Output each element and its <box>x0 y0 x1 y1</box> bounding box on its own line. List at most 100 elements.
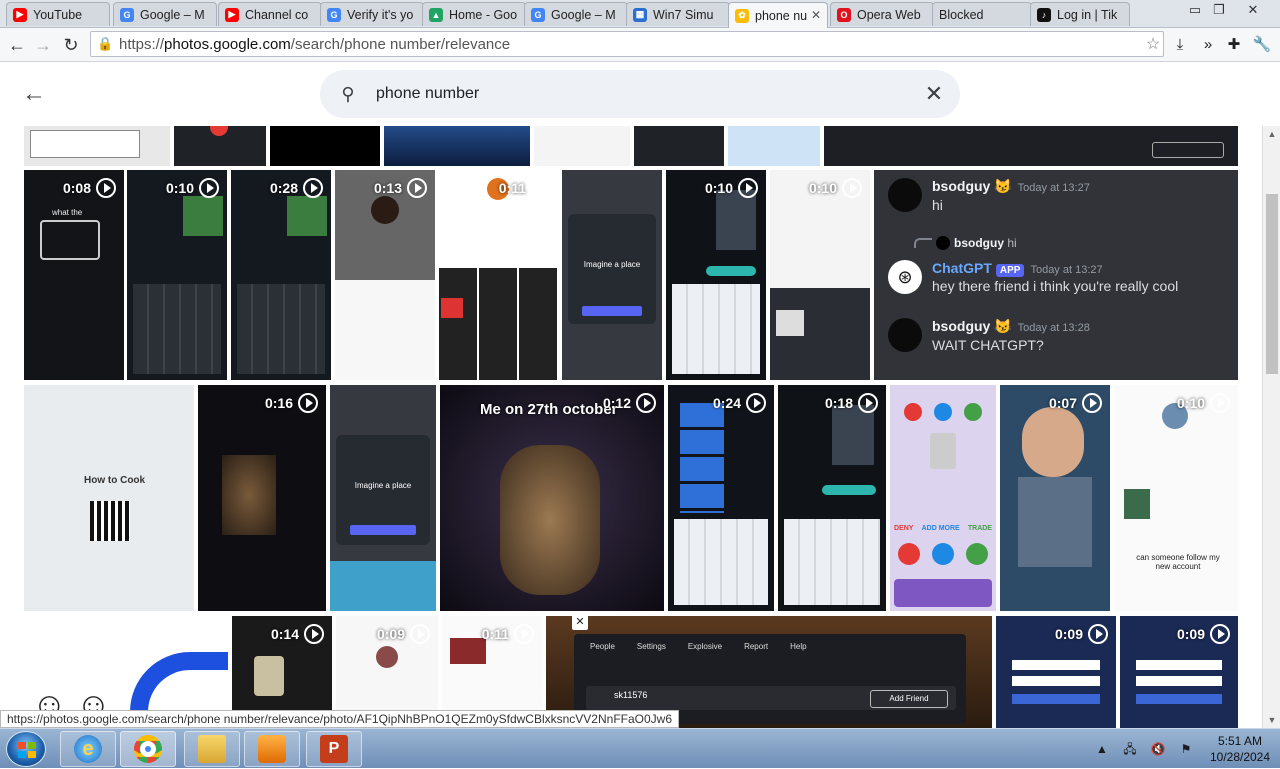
video-duration: 0:10 <box>1177 393 1230 413</box>
tab-strip: ▶ YouTube G Google – M ▶ Channel co G Verify… <box>0 0 1280 28</box>
video-thumb[interactable]: 0:28 <box>231 170 331 380</box>
search-query[interactable]: phone number <box>376 85 922 103</box>
video-thumb[interactable]: what the 0:08 <box>24 170 124 380</box>
play-icon <box>746 393 766 413</box>
photos-search-box[interactable]: ⚲ phone number ✕ <box>320 70 960 118</box>
lock-icon: 🔒 <box>97 36 114 51</box>
play-icon <box>303 178 323 198</box>
windows-logo-icon <box>18 742 36 758</box>
tiktok-icon: ♪ <box>1037 7 1051 22</box>
tab-opera[interactable]: O Opera Web <box>830 2 934 26</box>
back-icon[interactable]: ← <box>6 34 28 56</box>
photo-thumb[interactable] <box>824 126 1238 166</box>
photos-header: ← ⚲ phone number ✕ <box>0 62 1262 126</box>
video-thumb[interactable]: 0:10 <box>770 170 870 380</box>
video-thumb[interactable]: 0:16 <box>198 385 326 611</box>
minimize-icon[interactable]: ▭ <box>1184 2 1206 18</box>
extensions-overflow-icon[interactable]: » <box>1198 35 1218 55</box>
video-thumb[interactable]: 0:11 <box>439 170 559 380</box>
video-thumb[interactable]: 0:18 <box>778 385 886 611</box>
close-window-icon[interactable]: ✕ <box>1240 2 1266 18</box>
scrollbar-thumb[interactable] <box>1266 194 1278 374</box>
chat-message: bsodguy 😼 Today at 13:27 hi <box>888 178 1090 213</box>
photo-thumb[interactable]: Imagine a place <box>330 385 436 611</box>
photo-thumb[interactable]: How to Cook <box>24 385 194 611</box>
photo-thumb[interactable] <box>24 126 170 166</box>
file-explorer-icon <box>198 735 226 763</box>
download-icon[interactable]: ⤓ <box>1170 35 1190 55</box>
video-duration: 0:09 <box>1177 624 1230 644</box>
play-icon <box>1082 393 1102 413</box>
photo-thumb[interactable] <box>270 126 380 166</box>
google-icon: G <box>327 7 341 22</box>
video-thumb[interactable]: 0:13 <box>335 170 435 380</box>
bookmark-star-icon[interactable]: ☆ <box>1143 34 1163 54</box>
search-icon[interactable]: ⚲ <box>336 82 360 106</box>
scroll-down-icon[interactable]: ▼ <box>1266 714 1278 726</box>
taskbar-media-player[interactable] <box>244 731 300 767</box>
url-text[interactable]: https://photos.google.com/search/phone n… <box>119 36 1143 53</box>
omnibox[interactable]: 🔒 https://photos.google.com/search/phone… <box>90 31 1164 57</box>
status-link-preview: https://photos.google.com/search/phone n… <box>0 710 679 728</box>
tab-channel[interactable]: ▶ Channel co <box>218 2 322 26</box>
photo-thumb[interactable]: DENY ADD MORE TRADE <box>890 385 996 611</box>
forward-icon[interactable]: → <box>32 34 54 56</box>
tab-google-1[interactable]: G Google – M <box>113 2 217 26</box>
tab-home-drive[interactable]: ▲ Home - Goo <box>422 2 526 26</box>
start-button[interactable] <box>6 731 46 767</box>
volume-muted-icon[interactable]: 🔇 <box>1150 741 1166 757</box>
tab-blocked[interactable]: Blocked <box>932 2 1032 26</box>
chat-message: bsodguy 😼 Today at 13:28 WAIT CHATGPT? <box>888 318 1090 353</box>
play-icon <box>842 178 862 198</box>
scroll-up-icon[interactable]: ▲ <box>1266 128 1278 140</box>
tab-youtube[interactable]: ▶ YouTube <box>6 2 110 26</box>
youtube-icon: ▶ <box>225 7 239 22</box>
network-icon[interactable]: 🖧 <box>1122 741 1138 757</box>
photo-thumb[interactable]: Imagine a place <box>562 170 662 380</box>
taskbar-internet-explorer[interactable]: e <box>60 731 116 767</box>
clear-search-icon[interactable]: ✕ <box>922 82 946 106</box>
video-duration: 0:07 <box>1049 393 1102 413</box>
taskbar-chrome[interactable] <box>120 731 176 767</box>
show-hidden-icons-icon[interactable]: ▲ <box>1094 741 1110 757</box>
video-thumb[interactable]: can someone follow my new account 0:10 <box>1114 385 1238 611</box>
chat-reply: bsodguy hi <box>914 236 1017 250</box>
video-duration: 0:18 <box>825 393 878 413</box>
video-duration: 0:11 <box>482 624 534 644</box>
puzzle-icon[interactable]: ✚ <box>1224 35 1244 55</box>
video-thumb[interactable]: 0:09 <box>996 616 1116 728</box>
photo-thumb[interactable] <box>174 126 266 166</box>
taskbar-clock[interactable]: 5:51 AM 10/28/2024 <box>1200 733 1280 765</box>
page-scrollbar[interactable]: ▲ ▼ <box>1262 126 1280 728</box>
reload-icon[interactable]: ↻ <box>60 34 82 56</box>
photo-thumb[interactable] <box>634 126 724 166</box>
photo-thumb[interactable] <box>728 126 820 166</box>
action-center-flag-icon[interactable]: ⚑ <box>1178 741 1194 757</box>
maximize-icon[interactable]: ❐ <box>1208 2 1230 18</box>
address-bar-row: ← → ↻ 🔒 https://photos.google.com/search… <box>0 28 1280 62</box>
photo-thumb-chat[interactable]: bsodguy 😼 Today at 13:27 hi bsodguy hi ⊛ … <box>874 170 1238 380</box>
tab-phone-number[interactable]: ✿ phone nu ✕ <box>728 2 828 28</box>
photo-thumb[interactable] <box>534 126 630 166</box>
video-thumb[interactable]: 0:07 <box>1000 385 1110 611</box>
close-tab-icon[interactable]: ✕ <box>811 8 821 22</box>
video-thumb[interactable]: 0:10 <box>666 170 766 380</box>
photo-thumb[interactable] <box>384 126 530 166</box>
tab-tiktok[interactable]: ♪ Log in | Tik <box>1030 2 1130 26</box>
play-icon <box>514 624 534 644</box>
photos-back-icon[interactable]: ← <box>22 82 50 106</box>
tab-win7[interactable]: ▦ Win7 Simu <box>626 2 730 26</box>
video-thumb[interactable]: 0:24 <box>668 385 774 611</box>
video-thumb[interactable]: Me on 27th october 0:12 <box>440 385 664 611</box>
taskbar-powerpoint[interactable]: P <box>306 731 362 767</box>
photo-grid: what the 0:08 0:10 0:28 0:13 0:11 Imagin… <box>0 126 1262 728</box>
taskbar-file-explorer[interactable] <box>184 731 240 767</box>
wrench-icon[interactable]: 🔧 <box>1252 35 1272 55</box>
video-duration: 0:13 <box>374 178 427 198</box>
video-thumb[interactable]: 0:10 <box>127 170 227 380</box>
tab-google-2[interactable]: G Google – M <box>524 2 628 26</box>
video-thumb[interactable]: 0:09 <box>1120 616 1238 728</box>
play-icon <box>1210 393 1230 413</box>
video-duration: 0:16 <box>265 393 318 413</box>
tab-verify[interactable]: G Verify it's yo <box>320 2 424 26</box>
